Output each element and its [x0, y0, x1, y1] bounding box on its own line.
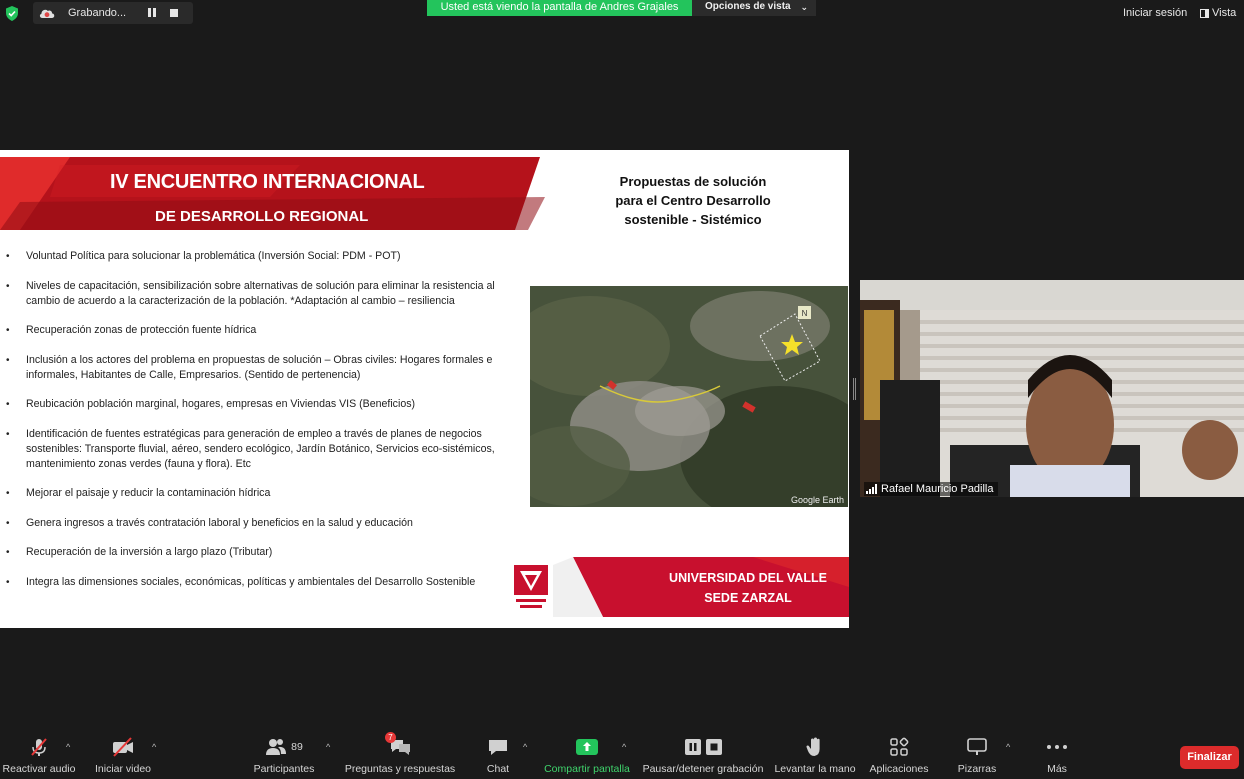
bullet-item: Recuperación zonas de protección fuente … [6, 323, 526, 338]
satellite-map: N Google Earth [530, 286, 848, 507]
pause-stop-recording-button[interactable]: Pausar/detener grabación [642, 734, 764, 779]
banner-subtitle: DE DESARROLLO REGIONAL [155, 208, 369, 225]
stop-recording-icon[interactable] [170, 9, 178, 17]
whiteboard-icon [967, 738, 987, 755]
chat-options-caret[interactable]: ^ [523, 742, 527, 752]
bullet-item: Voluntad Política para solucionar la pro… [6, 249, 526, 264]
banner-title: IV ENCUENTRO INTERNACIONAL [110, 171, 425, 193]
recording-label: Grabando... [68, 7, 127, 19]
share-screen-label: Compartir pantalla [544, 763, 630, 775]
raise-hand-button[interactable]: Levantar la mano [774, 734, 856, 779]
whiteboards-options-caret[interactable]: ^ [1006, 742, 1010, 752]
more-button[interactable]: Más [1044, 734, 1070, 779]
split-resize-handle[interactable] [853, 378, 857, 400]
participants-options-caret[interactable]: ^ [326, 742, 330, 752]
chat-icon [489, 740, 507, 755]
recording-control-label: Pausar/detener grabación [642, 763, 764, 775]
participant-name-tag: Rafael Mauricio Padilla [864, 482, 998, 496]
layout-icon [1200, 8, 1209, 18]
video-off-icon [113, 737, 133, 757]
bullet-item: Reubicación población marginal, hogares,… [6, 397, 526, 412]
participant-video-image [860, 280, 1244, 497]
unmute-label: Reactivar audio [2, 763, 76, 775]
bullet-item: Recuperación de la inversión a largo pla… [6, 545, 526, 560]
cloud-record-icon [39, 9, 55, 18]
view-button[interactable]: Vista [1200, 7, 1236, 19]
whiteboards-button[interactable]: Pizarras [957, 734, 997, 779]
participants-label: Participantes [253, 763, 315, 775]
view-options-button[interactable]: Opciones de vista ⌄ [692, 0, 816, 16]
participants-button[interactable]: 89 Participantes [252, 734, 316, 779]
start-video-label: Iniciar video [94, 763, 152, 775]
bullet-item: Mejorar el paisaje y reducir la contamin… [6, 486, 526, 501]
more-label: Más [1047, 763, 1067, 775]
apps-button[interactable]: Aplicaciones [868, 734, 930, 779]
qa-label: Preguntas y respuestas [344, 763, 456, 775]
raise-hand-icon [806, 737, 820, 756]
bullet-item: Identificación de fuentes estratégicas p… [6, 427, 526, 472]
participant-video[interactable] [860, 280, 1244, 497]
map-credit: Google Earth [790, 495, 844, 505]
recording-indicator: Grabando... [33, 2, 193, 24]
university-logo [514, 565, 548, 608]
raise-hand-label: Levantar la mano [774, 763, 856, 775]
share-screen-icon [576, 739, 598, 755]
share-options-caret[interactable]: ^ [622, 742, 626, 752]
apps-icon [890, 737, 909, 756]
screen-share-banner: Usted está viendo la pantalla de Andres … [427, 0, 692, 16]
qa-badge: 7 [385, 732, 396, 743]
sign-in-link[interactable]: Iniciar sesión [1123, 7, 1187, 19]
slide-heading: Propuestas de solución para el Centro De… [595, 172, 791, 229]
unmute-button[interactable]: Reactivar audio [2, 734, 76, 779]
pause-icon [684, 739, 701, 755]
bullet-item: Niveles de capacitación, sensibilización… [6, 279, 526, 309]
slide-heading-line: Propuestas de solución [619, 174, 767, 189]
whiteboards-label: Pizarras [957, 763, 997, 775]
meeting-toolbar: Reactivar audio ^ Iniciar video ^ 89 Par… [0, 732, 1244, 779]
mic-muted-icon [31, 738, 47, 756]
signal-strength-icon [866, 484, 877, 494]
map-north-label: N [802, 309, 808, 318]
participants-count: 89 [291, 741, 303, 753]
shared-screen-slide: IV ENCUENTRO INTERNACIONAL DE DESARROLLO… [0, 150, 849, 628]
view-label: Vista [1212, 7, 1237, 19]
share-screen-button[interactable]: Compartir pantalla [543, 734, 631, 779]
bullet-list: Voluntad Política para solucionar la pro… [6, 249, 526, 604]
participants-icon [266, 739, 287, 755]
chevron-down-icon: ⌄ [800, 2, 808, 12]
chat-label: Chat [486, 763, 510, 775]
participant-name: Rafael Mauricio Padilla [881, 483, 994, 495]
shield-check-icon[interactable] [5, 6, 19, 21]
bullet-item: Genera ingresos a través contratación la… [6, 516, 526, 531]
slide-heading-line: sostenible - Sistémico [624, 212, 762, 227]
start-video-button[interactable]: Iniciar video [93, 734, 153, 779]
video-options-caret[interactable]: ^ [152, 742, 156, 752]
stop-icon [705, 739, 722, 755]
apps-label: Aplicaciones [869, 763, 929, 775]
bullet-item: Inclusión a los actores del problema en … [6, 353, 526, 383]
bullet-item: Integra las dimensiones sociales, económ… [6, 575, 526, 590]
more-dots-icon [1047, 745, 1067, 749]
pause-recording-icon[interactable] [148, 8, 158, 18]
satellite-map-image: N [530, 286, 848, 507]
audio-options-caret[interactable]: ^ [66, 742, 70, 752]
footer-university: UNIVERSIDAD DEL VALLE [669, 571, 827, 585]
qa-button[interactable]: 7 Preguntas y respuestas [344, 732, 456, 779]
footer-banner-shape [553, 557, 849, 617]
end-meeting-button[interactable]: Finalizar [1180, 746, 1239, 769]
top-bar: Grabando... Usted está viendo la pantall… [0, 0, 1244, 28]
slide-heading-line: para el Centro Desarrollo [615, 193, 771, 208]
footer-campus: SEDE ZARZAL [704, 591, 792, 605]
view-options-label: Opciones de vista [705, 1, 791, 12]
chat-button[interactable]: Chat [484, 734, 512, 779]
